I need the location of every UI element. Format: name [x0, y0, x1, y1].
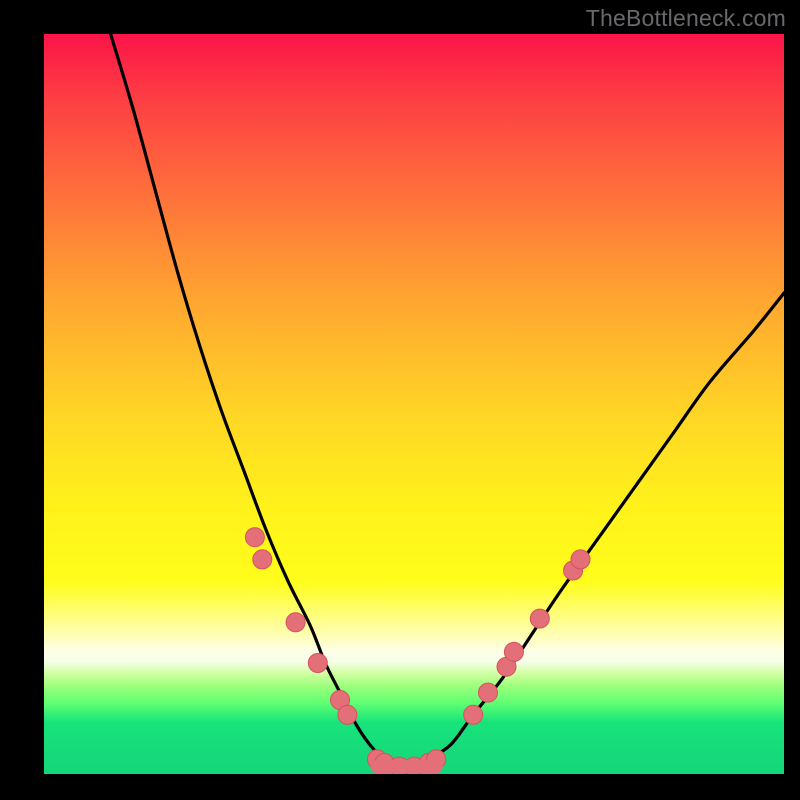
curve-marker: [253, 550, 272, 569]
curve-marker: [286, 613, 305, 632]
curve-marker: [338, 705, 357, 724]
curve-marker: [308, 654, 327, 673]
curve-marker: [530, 609, 549, 628]
bottleneck-curve: [111, 34, 784, 768]
chart-frame: TheBottleneck.com: [0, 0, 800, 800]
plot-svg: [44, 34, 784, 774]
curve-marker: [504, 642, 523, 661]
curve-marker: [571, 550, 590, 569]
watermark-text: TheBottleneck.com: [586, 5, 786, 32]
curve-markers: [245, 528, 590, 774]
bottom-black-strip: [44, 774, 784, 800]
curve-marker: [245, 528, 264, 547]
curve-marker: [464, 705, 483, 724]
curve-marker: [479, 683, 498, 702]
